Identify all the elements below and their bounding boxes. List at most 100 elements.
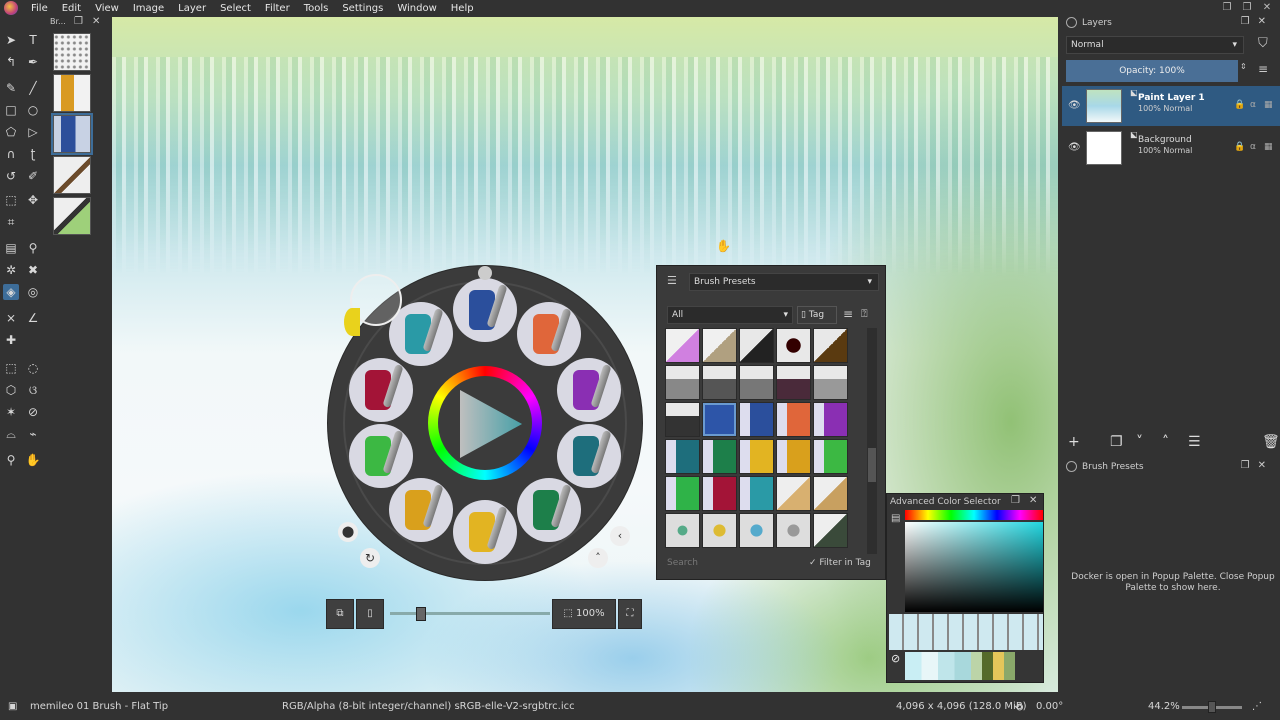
preset-thumb[interactable]	[813, 476, 848, 511]
similar-select-tool-icon[interactable]: ⊘	[25, 404, 41, 420]
layer-row-background[interactable]: 👁 ⬕ Background 100% Normal 🔒 α ▦	[1062, 128, 1280, 168]
menu-tools[interactable]: Tools	[297, 3, 336, 14]
color-picker-tool-icon[interactable]: ⚲	[25, 240, 41, 256]
zoom-value[interactable]: 44.2%	[1148, 701, 1180, 712]
layer-menu-icon[interactable]: ≡	[1258, 62, 1268, 76]
palette-rotate-handle[interactable]	[478, 266, 492, 280]
selector-settings-icon[interactable]: ▤	[891, 513, 900, 524]
menu-settings[interactable]: Settings	[335, 3, 390, 14]
preset-thumb[interactable]	[813, 402, 848, 437]
preset-thumb[interactable]	[813, 328, 848, 363]
preset-scrollbar-handle[interactable]	[868, 448, 876, 482]
close-window-icon[interactable]: ✕	[1260, 1, 1274, 14]
preset-thumb[interactable]	[665, 365, 700, 400]
pan-tool-icon[interactable]: ✋	[25, 452, 41, 468]
rotate-icon[interactable]: ⟲	[1014, 701, 1023, 714]
preset-thumb[interactable]	[813, 513, 848, 548]
menu-help[interactable]: Help	[444, 3, 481, 14]
outline-select-tool-icon[interactable]: ଓ	[25, 382, 41, 398]
rect-select-tool-icon[interactable]: ⬚	[3, 360, 19, 376]
preset-thumb[interactable]	[739, 476, 774, 511]
menu-image[interactable]: Image	[126, 3, 171, 14]
palette-brush-slot-teal[interactable]	[557, 424, 621, 488]
zoom-tool-icon[interactable]: ⚲	[3, 452, 19, 468]
preset-thumb[interactable]	[665, 328, 700, 363]
fit-to-view-icon[interactable]: ⛶	[618, 599, 642, 629]
close-docker-icon[interactable]: ✕	[1029, 495, 1037, 506]
menu-view[interactable]: View	[88, 3, 126, 14]
inherit-alpha-icon[interactable]: ▦	[1264, 100, 1273, 110]
calligraphy-tool-icon[interactable]: ✒	[25, 54, 41, 70]
close-docker-icon[interactable]: ✕	[92, 16, 100, 27]
current-brush-name[interactable]: memileo 01 Brush - Flat Tip	[30, 701, 168, 712]
hue-slider[interactable]	[905, 510, 1043, 520]
text-tool-icon[interactable]: T	[25, 32, 41, 48]
opacity-spin-icon[interactable]: ⇕	[1240, 62, 1247, 71]
enclose-fill-tool-icon[interactable]: ◎	[25, 284, 41, 300]
preset-thumb[interactable]	[665, 476, 700, 511]
move-tool-icon[interactable]: ✥	[25, 192, 41, 208]
preset-thumb[interactable]	[665, 402, 700, 437]
float-docker-icon[interactable]: ❐	[1241, 460, 1258, 471]
lock-icon[interactable]: 🔒	[1234, 142, 1245, 152]
bezier-tool-icon[interactable]: ∩	[3, 146, 19, 162]
duplicate-layer-icon[interactable]: ❐	[1110, 434, 1123, 450]
resize-grip-icon[interactable]: ⋰	[1252, 701, 1262, 712]
transform-tool-icon[interactable]: ⬚	[3, 192, 19, 208]
ellipse-tool-icon[interactable]: ○	[25, 102, 41, 118]
menu-layer[interactable]: Layer	[171, 3, 213, 14]
colorize-mask-tool-icon[interactable]: ✖	[25, 262, 41, 278]
multibrush-tool-icon[interactable]: ✐	[25, 168, 41, 184]
close-docker-icon[interactable]: ✕	[1258, 460, 1274, 471]
zoom-slider-track[interactable]	[390, 612, 550, 615]
brush-thumb-5[interactable]	[53, 197, 91, 235]
move-down-icon[interactable]: ˅	[1136, 434, 1143, 450]
preset-thumb[interactable]	[776, 328, 811, 363]
polygon-tool-icon[interactable]: ⬠	[3, 124, 19, 140]
polygon-select-tool-icon[interactable]: ⬡	[3, 382, 19, 398]
brush-thumb-3[interactable]	[53, 115, 91, 153]
palette-brush-slot-yellow[interactable]	[453, 500, 517, 564]
preset-thumb[interactable]	[702, 513, 737, 548]
preset-thumb[interactable]	[702, 328, 737, 363]
filter-icon[interactable]: ⛉	[1258, 36, 1268, 51]
preset-thumb[interactable]	[776, 439, 811, 474]
palette-brush-slot-blue[interactable]	[453, 278, 517, 342]
reference-images-tool-icon[interactable]: ✚	[3, 332, 19, 348]
delete-layer-icon[interactable]: 🗑	[1262, 434, 1280, 450]
restore-icon[interactable]: ❐	[1220, 1, 1234, 14]
fill-tool-icon[interactable]: ◈	[3, 284, 19, 300]
color-history-swatches[interactable]	[905, 652, 1015, 680]
preset-thumb[interactable]	[739, 513, 774, 548]
assistant-tool-icon[interactable]: ⨯	[3, 310, 19, 326]
layer-properties-icon[interactable]: ☰	[1188, 434, 1201, 450]
preset-thumb[interactable]	[739, 365, 774, 400]
brush-presets-combo[interactable]: Brush Presets ▾	[689, 273, 879, 291]
float-docker-icon[interactable]: ❐	[1011, 495, 1020, 506]
menu-filter[interactable]: Filter	[258, 3, 297, 14]
preset-thumb[interactable]	[813, 365, 848, 400]
palette-brush-slot-orange[interactable]	[517, 302, 581, 366]
tag-filter-combo[interactable]: All ▾	[667, 306, 793, 324]
alpha-lock-icon[interactable]: α	[1250, 100, 1256, 110]
edit-shapes-tool-icon[interactable]: ↰	[3, 54, 19, 70]
blend-mode-combo[interactable]: Normal ▾	[1066, 36, 1244, 54]
expand-up-icon[interactable]: ˄	[588, 548, 608, 568]
restore-down-icon[interactable]: ❐	[1240, 1, 1254, 14]
canvas-only-icon[interactable]: ▯	[356, 599, 384, 629]
palette-brush-slot-purple[interactable]	[557, 358, 621, 422]
preset-thumb-selected[interactable]	[702, 402, 737, 437]
color-hue-ring[interactable]	[428, 366, 542, 480]
no-color-icon[interactable]: ⊘	[891, 652, 900, 665]
preset-thumb[interactable]	[702, 365, 737, 400]
preset-thumb[interactable]	[665, 439, 700, 474]
line-tool-icon[interactable]: ╱	[25, 80, 41, 96]
rectangle-tool-icon[interactable]: □	[3, 102, 19, 118]
zoom-slider-handle[interactable]	[1208, 701, 1216, 713]
settings-sliders-icon[interactable]: ☰	[667, 274, 677, 287]
preset-thumb[interactable]	[776, 402, 811, 437]
preset-thumb[interactable]	[665, 513, 700, 548]
bezier-select-tool-icon[interactable]: ⌓	[3, 426, 19, 442]
menu-file[interactable]: File	[24, 3, 55, 14]
palette-brush-slot-green-dark[interactable]	[517, 478, 581, 542]
